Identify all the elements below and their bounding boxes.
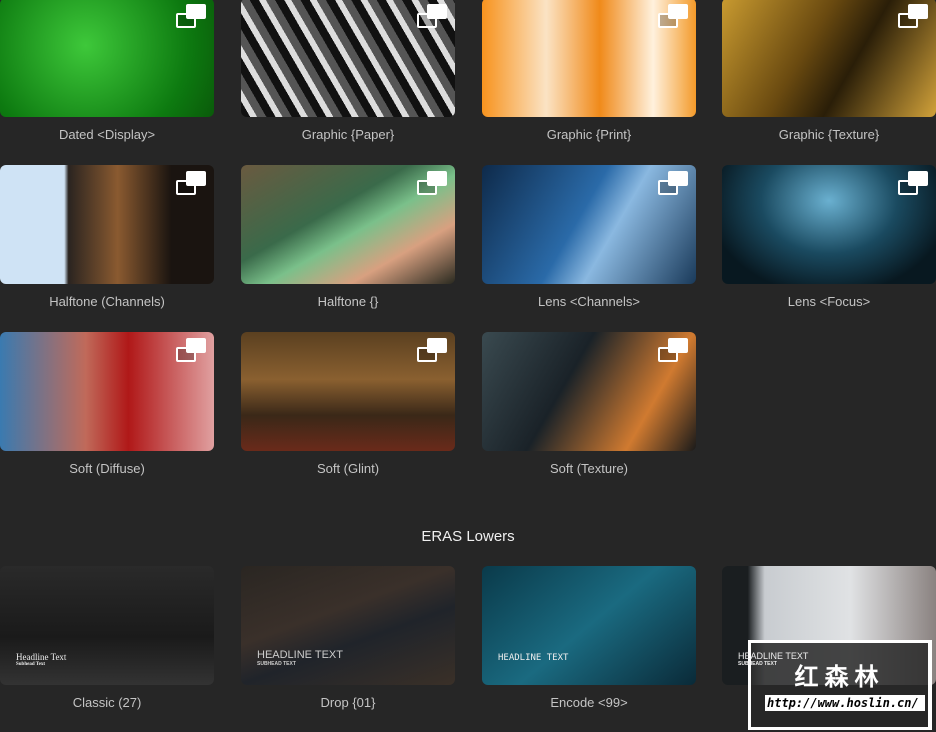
thumbnail [722, 0, 936, 117]
thumbnail [482, 332, 696, 451]
tile-label: Lens <Focus> [787, 294, 871, 309]
thumbnail [241, 332, 455, 451]
tile-label: Soft (Glint) [316, 461, 380, 476]
thumbnail [0, 0, 214, 117]
overlay-icon [658, 4, 688, 28]
headline-preview: HEADLINE TEXT SUBHEAD TEXT [738, 651, 809, 667]
tile-label: Lens <Channels> [538, 294, 640, 309]
thumbnail: Headline Text Subhead Text [0, 566, 214, 685]
tile-label: Soft (Texture) [549, 461, 629, 476]
tile-label: Graphic {Print} [546, 127, 632, 142]
thumbnail [241, 165, 455, 284]
effect-tile[interactable]: Halftone (Channels) [0, 165, 214, 309]
lower-tile[interactable]: HEADLINE TEXT Encode <99> [482, 566, 696, 710]
effect-tile[interactable]: Graphic {Print} [482, 0, 696, 142]
tile-label: Dated <Display> [58, 127, 156, 142]
effect-tile[interactable]: Graphic {Paper} [241, 0, 455, 142]
overlay-icon [658, 171, 688, 195]
effect-tile[interactable]: Lens <Focus> [722, 165, 936, 309]
tile-label: Halftone (Channels) [49, 294, 165, 309]
headline-preview: HEADLINE TEXT [498, 653, 569, 663]
overlay-icon [176, 171, 206, 195]
thumbnail [0, 332, 214, 451]
tile-label: Classic (27) [72, 695, 142, 710]
tile-label: Encode <99> [550, 695, 628, 710]
overlay-icon [417, 171, 447, 195]
tile-label: Soft (Diffuse) [69, 461, 145, 476]
effect-tile[interactable]: Soft (Texture) [482, 332, 696, 476]
thumbnail [482, 0, 696, 117]
overlay-icon [658, 338, 688, 362]
overlay-icon [176, 338, 206, 362]
overlay-icon [898, 171, 928, 195]
overlay-icon [417, 4, 447, 28]
section-title: ERAS Lowers [421, 528, 515, 545]
tile-label: Graphic {Texture} [778, 127, 880, 142]
overlay-icon [176, 4, 206, 28]
thumbnail [722, 165, 936, 284]
headline-preview: Headline Text Subhead Text [16, 652, 67, 667]
thumbnail: HEADLINE TEXT [482, 566, 696, 685]
effect-tile[interactable]: Graphic {Texture} [722, 0, 936, 142]
tile-label: Halftone {} [317, 294, 379, 309]
thumbnail [241, 0, 455, 117]
effect-tile[interactable]: Soft (Glint) [241, 332, 455, 476]
lower-tile[interactable]: Headline Text Subhead Text Classic (27) [0, 566, 214, 710]
thumbnail: HEADLINE TEXT SUBHEAD TEXT [241, 566, 455, 685]
thumbnail [0, 165, 214, 284]
tile-label: Graphic {Paper} [301, 127, 395, 142]
overlay-icon [898, 4, 928, 28]
effect-tile[interactable]: Dated <Display> [0, 0, 214, 142]
tile-label: Drop {01} [320, 695, 376, 710]
effect-tile[interactable]: Lens <Channels> [482, 165, 696, 309]
thumbnail [482, 165, 696, 284]
headline-preview: HEADLINE TEXT SUBHEAD TEXT [257, 649, 343, 667]
effect-tile[interactable]: Halftone {} [241, 165, 455, 309]
overlay-icon [417, 338, 447, 362]
effect-tile[interactable]: Soft (Diffuse) [0, 332, 214, 476]
watermark-url: http://www.hoslin.cn/ [765, 695, 925, 711]
lower-tile[interactable]: HEADLINE TEXT SUBHEAD TEXT Drop {01} [241, 566, 455, 710]
